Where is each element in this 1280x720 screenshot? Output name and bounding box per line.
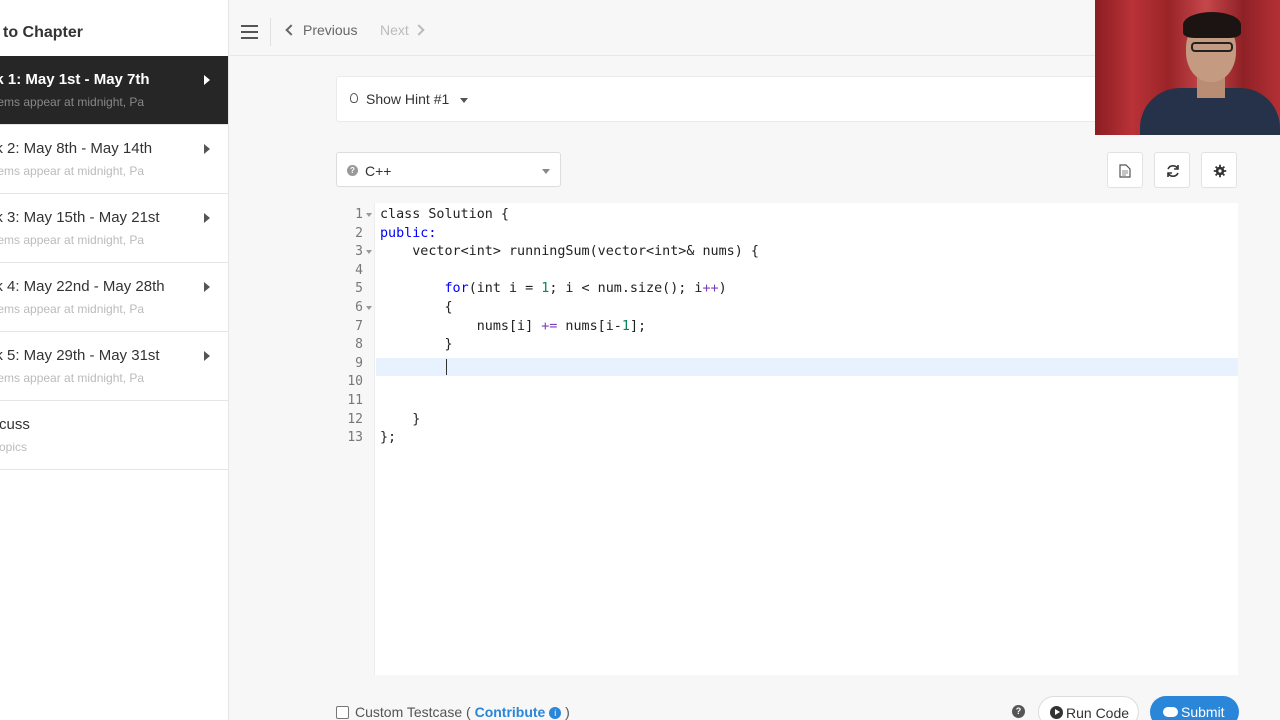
chapter-sidebar: to Chapter ek 1: May 1st - May 7th blems… <box>0 0 229 720</box>
sidebar-item-week-4[interactable]: ek 4: May 22nd - May 28th blems appear a… <box>0 263 228 332</box>
question-icon: ? <box>347 165 358 176</box>
line-number: 13 <box>347 430 363 446</box>
line-number: 11 <box>347 393 363 408</box>
settings-button[interactable] <box>1201 152 1237 188</box>
caret-right-icon <box>204 213 210 223</box>
custom-testcase-toggle[interactable]: Custom Testcase ( Contribute i ) <box>336 704 570 720</box>
sidebar-item-title: cuss <box>0 416 30 433</box>
run-code-button[interactable]: Run Code <box>1038 696 1139 720</box>
hamburger-icon[interactable] <box>241 25 258 39</box>
line-number: 7 <box>355 318 363 334</box>
fold-toggle-icon[interactable] <box>366 306 372 310</box>
line-number: 8 <box>355 337 363 353</box>
fold-toggle-icon[interactable] <box>366 213 372 217</box>
line-number: 6 <box>355 300 363 315</box>
language-select[interactable]: ? C++ <box>336 152 561 187</box>
sidebar-item-week-1[interactable]: ek 1: May 1st - May 7th blems appear at … <box>0 56 228 125</box>
line-number: 10 <box>347 374 363 390</box>
next-button[interactable]: Next <box>380 22 425 38</box>
file-icon <box>1119 164 1131 178</box>
submit-label: Submit <box>1181 704 1225 720</box>
line-number: 5 <box>355 281 363 297</box>
line-number: 12 <box>347 411 363 427</box>
sidebar-item-subtitle: opics <box>0 440 28 454</box>
refresh-icon <box>1167 165 1179 177</box>
chevron-right-icon <box>413 24 425 36</box>
code-line-2: public: <box>380 225 437 241</box>
cloud-upload-icon <box>1163 707 1178 717</box>
help-icon[interactable]: ? <box>1012 705 1025 718</box>
chevron-left-icon <box>285 24 297 36</box>
code-line-6: { <box>380 300 453 315</box>
contribute-link[interactable]: Contribute <box>475 704 546 720</box>
sidebar-item-week-3[interactable]: ek 3: May 15th - May 21st blems appear a… <box>0 194 228 263</box>
custom-testcase-label: Custom Testcase <box>355 704 463 720</box>
caret-right-icon <box>204 351 210 361</box>
app-root: to Chapter ek 1: May 1st - May 7th blems… <box>0 0 1280 720</box>
caret-right-icon <box>204 282 210 292</box>
caret-right-icon <box>204 144 210 154</box>
code-line-8: } <box>380 337 453 353</box>
code-line-5: for(int i = 1; i < num.size(); i++) <box>444 281 727 297</box>
code-line-3: vector<int> runningSum(vector<int>& nums… <box>380 244 759 260</box>
back-to-chapter-link[interactable]: to Chapter <box>0 10 228 56</box>
webcam-overlay <box>1095 0 1280 135</box>
show-hint-dropdown[interactable]: Show Hint #1 <box>336 76 1196 122</box>
show-hint-label: Show Hint #1 <box>366 91 450 107</box>
play-icon <box>1050 706 1063 719</box>
line-number: 4 <box>355 262 363 278</box>
sidebar-item-subtitle: blems appear at midnight, Pa <box>0 95 145 109</box>
sidebar-item-subtitle: blems appear at midnight, Pa <box>0 302 145 316</box>
sidebar-item-subtitle: blems appear at midnight, Pa <box>0 233 145 247</box>
nav-divider <box>270 18 271 46</box>
next-label: Next <box>380 22 409 38</box>
active-line-highlight <box>376 358 1238 376</box>
line-number: 9 <box>355 355 363 371</box>
sidebar-item-title: ek 1: May 1st - May 7th <box>0 71 150 88</box>
line-number: 2 <box>355 225 363 241</box>
submit-button[interactable]: Submit <box>1150 696 1239 720</box>
code-line-7: nums[i] += nums[i-1]; <box>380 318 647 334</box>
custom-testcase-checkbox[interactable] <box>336 706 349 719</box>
file-button[interactable] <box>1107 152 1143 188</box>
run-code-label: Run Code <box>1066 705 1130 720</box>
line-number-gutter: 1 2 3 4 5 6 7 8 9 10 11 12 13 <box>337 203 375 675</box>
line-number: 1 <box>355 207 363 222</box>
sidebar-item-week-5[interactable]: ek 5: May 29th - May 31st blems appear a… <box>0 332 228 401</box>
sidebar-item-title: ek 4: May 22nd - May 28th <box>0 278 165 295</box>
sidebar-item-title: ek 5: May 29th - May 31st <box>0 347 160 364</box>
previous-label: Previous <box>303 22 358 38</box>
code-line-12: } <box>380 411 421 427</box>
sidebar-item-title: ek 3: May 15th - May 21st <box>0 209 160 226</box>
code-editor[interactable]: 1 2 3 4 5 6 7 8 9 10 11 12 13 class Solution { publi… <box>337 203 1238 675</box>
fold-toggle-icon[interactable] <box>366 250 372 255</box>
reset-code-button[interactable] <box>1154 152 1190 188</box>
sidebar-item-subtitle: blems appear at midnight, Pa <box>0 164 145 178</box>
sidebar-item-week-2[interactable]: ek 2: May 8th - May 14th blems appear at… <box>0 125 228 194</box>
info-icon: i <box>549 707 562 719</box>
gear-icon <box>1213 164 1227 178</box>
sidebar-item-subtitle: blems appear at midnight, Pa <box>0 371 145 385</box>
lightbulb-icon <box>350 93 358 103</box>
code-line-1: class Solution { <box>380 207 509 222</box>
caret-down-icon <box>460 98 468 103</box>
sidebar-item-title: ek 2: May 8th - May 14th <box>0 140 153 157</box>
sidebar-item-discuss[interactable]: cuss opics <box>0 401 228 470</box>
back-to-chapter-label: to Chapter <box>3 24 83 41</box>
caret-right-icon <box>204 75 210 85</box>
caret-down-icon <box>542 169 550 174</box>
language-label: C++ <box>365 163 392 179</box>
code-line-13: }; <box>380 430 397 446</box>
line-number: 3 <box>355 244 363 260</box>
previous-button[interactable]: Previous <box>285 22 358 38</box>
text-cursor <box>446 359 447 375</box>
